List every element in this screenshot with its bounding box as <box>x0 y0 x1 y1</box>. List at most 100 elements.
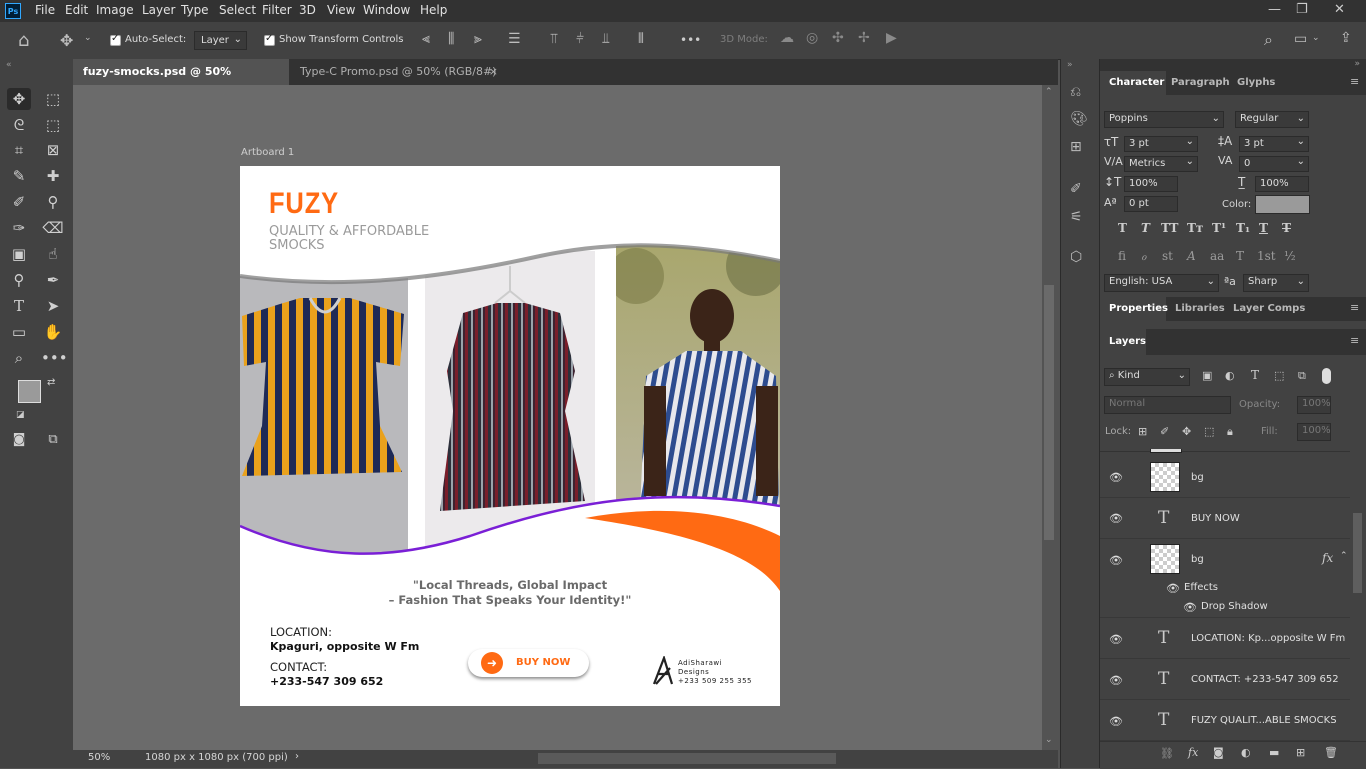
move-tool-icon[interactable]: ✥ <box>60 31 73 50</box>
visibility-eye-icon[interactable]: 👁︎ <box>1183 601 1197 614</box>
visibility-eye-icon[interactable]: 👁︎ <box>1109 554 1123 567</box>
filter-pixel-icon[interactable]: ▣ <box>1202 369 1212 382</box>
layer-filter-select[interactable]: ⌕ Kind ⌄ <box>1104 368 1190 386</box>
lasso-tool-icon[interactable]: ᘓ <box>7 114 31 136</box>
smudge-tool-icon[interactable]: ☝ <box>41 243 65 265</box>
zoom-tool-icon[interactable]: ⌕ <box>7 347 31 369</box>
titling-button[interactable]: T <box>1236 249 1244 263</box>
visibility-eye-icon[interactable]: 👁︎ <box>1109 674 1123 687</box>
font-size-field[interactable]: 3 pt ⌄ <box>1124 136 1198 152</box>
scrollbar-thumb[interactable] <box>1044 285 1054 540</box>
align-middle-icon[interactable]: ⫩ <box>576 31 584 47</box>
history-panel-icon[interactable]: ⎌ <box>1070 84 1081 100</box>
artboard-label[interactable]: Artboard 1 <box>241 147 294 158</box>
gradient-tool-icon[interactable]: ▣ <box>7 243 31 265</box>
scroll-up-icon[interactable]: ⌃ <box>1045 87 1053 97</box>
horizontal-scale-field[interactable]: 100% <box>1255 176 1309 192</box>
lock-all-icon[interactable]: 🔒︎ <box>1227 425 1233 439</box>
distribute-icon[interactable]: ☰ <box>508 31 521 47</box>
old-style-button[interactable]: ℴ <box>1141 249 1147 263</box>
zoom-level[interactable]: 50% <box>88 752 110 763</box>
fill-field[interactable]: 100% <box>1297 423 1331 441</box>
marquee-tool-icon[interactable]: ⬚ <box>41 88 65 110</box>
align-top-icon[interactable]: ⫪ <box>550 31 558 47</box>
object-select-tool-icon[interactable]: ⬚ <box>41 114 65 136</box>
adjustments-panel-icon[interactable]: ⚟ <box>1070 209 1083 225</box>
eyedropper-tool-icon[interactable]: ✎ <box>7 165 31 187</box>
kerning-field[interactable]: Metrics ⌄ <box>1124 156 1198 172</box>
tab-layer-comps[interactable]: Layer Comps <box>1233 303 1305 314</box>
collapse-icon[interactable]: « <box>6 60 12 70</box>
menu-edit[interactable]: Edit <box>65 3 88 17</box>
layer-row[interactable]: 👁︎ T CONTACT: +233-547 309 652 <box>1100 660 1350 700</box>
filter-type-icon[interactable]: T <box>1251 368 1259 382</box>
visibility-eye-icon[interactable]: 👁︎ <box>1109 715 1123 728</box>
vertical-scale-field[interactable]: 100% <box>1124 176 1178 192</box>
visibility-eye-icon[interactable]: 👁︎ <box>1109 512 1123 525</box>
layer-row[interactable]: 👁︎ bg <box>1100 458 1350 498</box>
menu-help[interactable]: Help <box>420 3 447 17</box>
buy-now-button[interactable]: ➜ BUY NOW <box>468 649 589 677</box>
frame-tool-icon[interactable]: ⊠ <box>41 139 65 161</box>
tab-type-c-promo[interactable]: Type-C Promo.psd @ 50% (RGB/8#) × <box>290 59 508 85</box>
collapse-effects-icon[interactable]: ⌃ <box>1340 551 1348 561</box>
layer-effects-fx-icon[interactable]: fx <box>1322 551 1333 565</box>
3d-pan-icon[interactable]: ✣ <box>832 30 844 46</box>
table-panel-icon[interactable]: ⊞ <box>1070 139 1082 155</box>
subscript-button[interactable]: T₁ <box>1236 221 1250 235</box>
filter-toggle[interactable] <box>1322 368 1331 384</box>
layers-scrollbar[interactable] <box>1350 451 1366 741</box>
discretionary-ligatures-button[interactable]: st <box>1162 249 1173 263</box>
menu-file[interactable]: File <box>35 3 55 17</box>
menu-type[interactable]: Type <box>181 3 209 17</box>
minimize-button[interactable]: — <box>1268 2 1281 17</box>
workspace-icon[interactable]: ▭ <box>1294 31 1307 47</box>
baseline-shift-field[interactable]: 0 pt <box>1124 196 1178 212</box>
align-bottom-icon[interactable]: ⫫ <box>602 31 610 47</box>
home-icon[interactable]: ⌂ <box>18 30 29 51</box>
status-menu-arrow[interactable]: › <box>295 751 299 762</box>
lock-transparent-icon[interactable]: ⊞ <box>1138 425 1147 438</box>
menu-window[interactable]: Window <box>363 3 410 17</box>
delete-layer-icon[interactable]: 🗑︎ <box>1324 746 1338 759</box>
stamp-tool-icon[interactable]: ⚲ <box>41 191 65 213</box>
menu-select[interactable]: Select <box>219 3 256 17</box>
auto-select-dropdown[interactable]: Layer ⌄ <box>194 31 247 50</box>
distribute-vertical-icon[interactable]: ⫴ <box>638 31 644 47</box>
scroll-down-icon[interactable]: ⌄ <box>1045 735 1053 745</box>
filter-smart-object-icon[interactable]: ⧉ <box>1298 369 1306 383</box>
ordinals-button[interactable]: 1st <box>1257 249 1276 263</box>
all-caps-button[interactable]: TT <box>1161 221 1178 235</box>
brushes-panel-icon[interactable]: ✐ <box>1070 181 1082 197</box>
chevron-down-icon[interactable]: ⌄ <box>1312 33 1320 43</box>
foreground-color-swatch[interactable] <box>18 380 41 403</box>
strikethrough-button[interactable]: T <box>1282 221 1291 235</box>
new-layer-icon[interactable]: ⊞ <box>1296 746 1305 759</box>
underline-button[interactable]: T <box>1259 221 1268 235</box>
tab-fuzy-smocks[interactable]: fuzy-smocks.psd @ 50% (RGB/32*) × <box>73 59 289 104</box>
quick-mask-icon[interactable]: ◙ <box>7 429 31 451</box>
rectangle-tool-icon[interactable]: ▭ <box>7 321 31 343</box>
align-right-icon[interactable]: ⫸ <box>474 31 482 47</box>
layer-row[interactable]: 👁︎ T LOCATION: Kp...opposite W Fm <box>1100 619 1350 659</box>
layer-row[interactable]: 👁︎ T FUZY QUALIT...ABLE SMOCKS <box>1100 701 1350 741</box>
menu-image[interactable]: Image <box>96 3 134 17</box>
superscript-button[interactable]: T¹ <box>1212 221 1226 235</box>
chevron-down-icon[interactable]: ⌄ <box>84 33 92 43</box>
more-tools-icon[interactable]: ••• <box>41 347 68 369</box>
tab-properties[interactable]: Properties <box>1109 303 1168 314</box>
opacity-field[interactable]: 100% <box>1297 396 1331 414</box>
blend-mode-select[interactable]: Normal <box>1104 396 1231 414</box>
visibility-eye-icon[interactable]: 👁︎ <box>1166 582 1180 595</box>
restore-button[interactable]: ❐ <box>1296 2 1308 17</box>
tab-paragraph[interactable]: Paragraph <box>1171 77 1230 88</box>
menu-layer[interactable]: Layer <box>142 3 175 17</box>
language-select[interactable]: English: USA ⌄ <box>1104 274 1219 292</box>
align-center-icon[interactable]: ⫼ <box>448 31 454 47</box>
type-tool-icon[interactable]: T <box>7 295 31 317</box>
swash-button[interactable]: A <box>1187 249 1196 263</box>
leading-field[interactable]: 3 pt ⌄ <box>1239 136 1309 152</box>
new-adjustment-icon[interactable]: ◐ <box>1241 746 1251 759</box>
filter-shape-icon[interactable]: ⬚ <box>1274 369 1284 382</box>
lock-position-icon[interactable]: ✥ <box>1182 425 1191 438</box>
